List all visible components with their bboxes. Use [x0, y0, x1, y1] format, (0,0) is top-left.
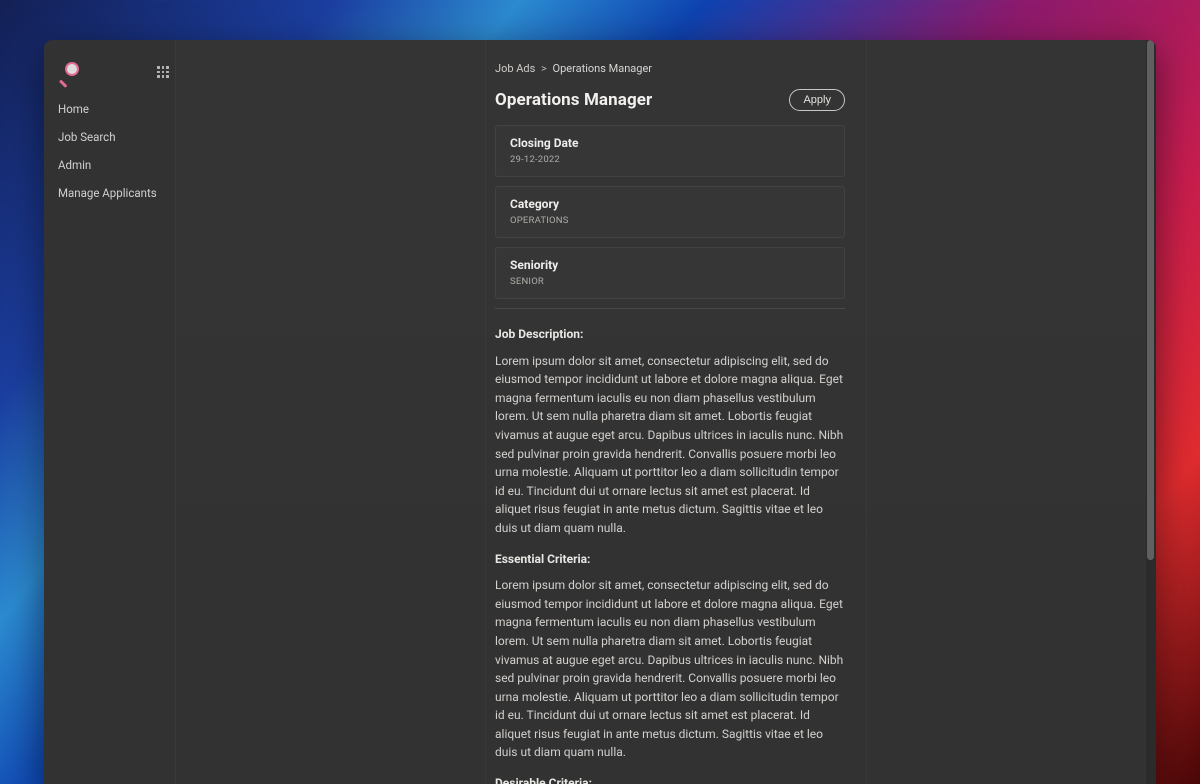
divider — [495, 308, 845, 309]
main-content: Job Ads > Operations Manager Operations … — [175, 40, 1156, 784]
sidebar-nav: Home Job Search Admin Manage Applicants — [58, 100, 175, 202]
meta-value: 29-12-2022 — [510, 154, 830, 165]
sidebar-item-admin[interactable]: Admin — [58, 156, 175, 174]
meta-value: SENIOR — [510, 276, 830, 287]
breadcrumb: Job Ads > Operations Manager — [495, 62, 845, 75]
sidebar-item-manage-applicants[interactable]: Manage Applicants — [58, 184, 175, 202]
meta-label: Category — [510, 197, 830, 211]
job-detail-page: Job Ads > Operations Manager Operations … — [495, 62, 845, 784]
section-heading-job-description: Job Description: — [495, 325, 845, 344]
sidebar-header — [58, 58, 175, 86]
page-titlebar: Operations Manager Apply — [495, 89, 845, 111]
breadcrumb-root[interactable]: Job Ads — [495, 62, 535, 75]
meta-label: Closing Date — [510, 136, 830, 150]
sidebar-item-home[interactable]: Home — [58, 100, 175, 118]
section-heading-essential: Essential Criteria: — [495, 550, 845, 569]
meta-label: Seniority — [510, 258, 830, 272]
section-body-job-description: Lorem ipsum dolor sit amet, consectetur … — [495, 352, 845, 538]
sidebar: Home Job Search Admin Manage Applicants — [44, 40, 175, 784]
meta-value: OPERATIONS — [510, 215, 830, 226]
section-heading-desirable: Desirable Criteria: — [495, 774, 845, 784]
section-body-essential: Lorem ipsum dolor sit amet, consectetur … — [495, 576, 845, 762]
job-sections: Job Description: Lorem ipsum dolor sit a… — [495, 325, 845, 784]
scrollbar-track[interactable] — [1146, 40, 1156, 784]
apps-grid-icon[interactable] — [157, 66, 169, 78]
logo-magnifier-icon — [58, 61, 80, 83]
meta-card-closing-date: Closing Date 29-12-2022 — [495, 125, 845, 177]
meta-card-seniority: Seniority SENIOR — [495, 247, 845, 299]
sidebar-item-job-search[interactable]: Job Search — [58, 128, 175, 146]
page-title: Operations Manager — [495, 90, 652, 110]
app-window: Home Job Search Admin Manage Applicants … — [44, 40, 1156, 784]
apply-button[interactable]: Apply — [789, 89, 845, 111]
breadcrumb-separator: > — [541, 62, 547, 75]
breadcrumb-current: Operations Manager — [553, 62, 652, 75]
scrollbar-thumb[interactable] — [1147, 40, 1154, 560]
meta-card-category: Category OPERATIONS — [495, 186, 845, 238]
